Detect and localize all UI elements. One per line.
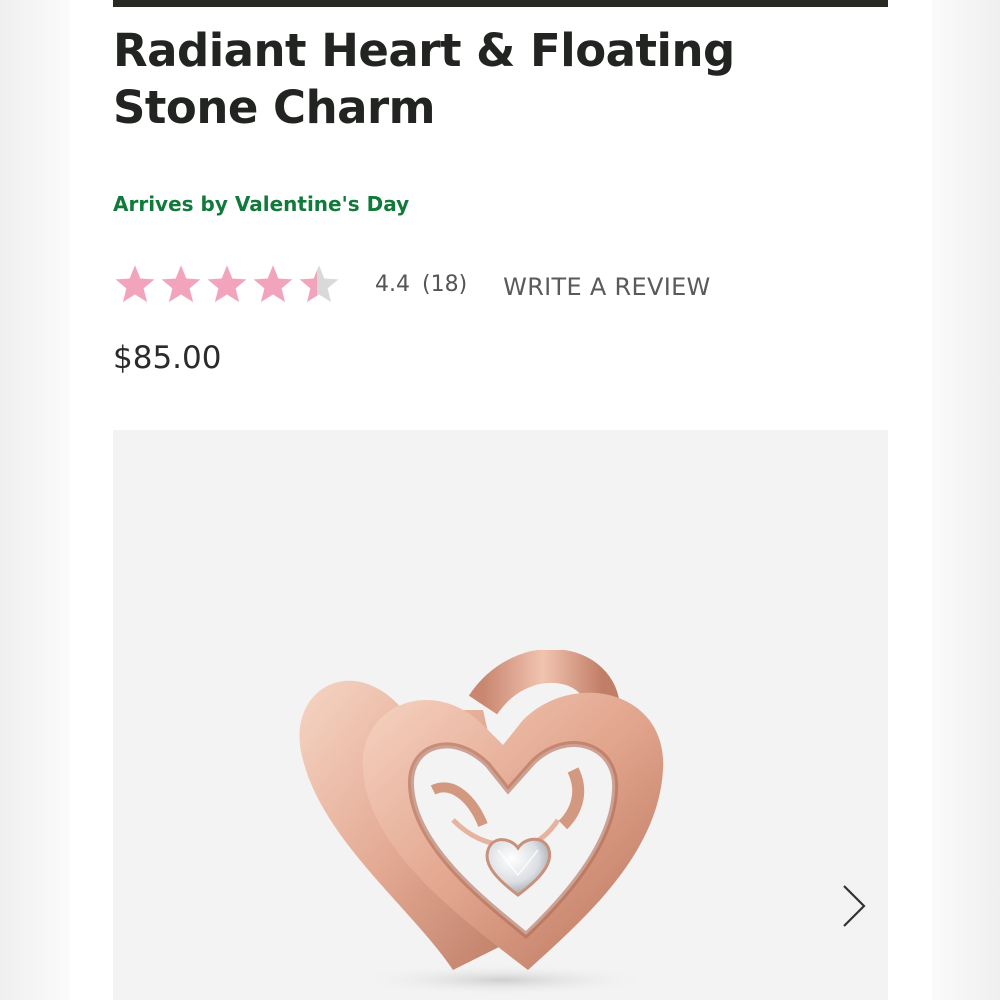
product-gallery bbox=[113, 430, 888, 1000]
product-page: Radiant Heart & Floating Stone Charm Arr… bbox=[70, 0, 932, 1000]
star-icon bbox=[207, 265, 247, 303]
star-icon bbox=[253, 265, 293, 303]
rose-gold-heart-charm-image bbox=[299, 650, 664, 996]
rating-value: 4.4 bbox=[375, 271, 410, 297]
rating-row: 4.4 (18) WRITE A REVIEW bbox=[113, 262, 711, 306]
star-icon bbox=[115, 265, 155, 303]
star-rating bbox=[113, 262, 341, 306]
write-review-link[interactable]: WRITE A REVIEW bbox=[503, 273, 710, 301]
product-price: $85.00 bbox=[113, 340, 222, 376]
top-bar bbox=[113, 0, 888, 7]
star-icon bbox=[161, 265, 201, 303]
chevron-right-icon[interactable] bbox=[838, 882, 870, 930]
partial-star-icon bbox=[299, 265, 339, 303]
product-title: Radiant Heart & Floating Stone Charm bbox=[113, 24, 735, 134]
review-count[interactable]: (18) bbox=[422, 272, 467, 297]
arrival-message: Arrives by Valentine's Day bbox=[113, 192, 410, 216]
